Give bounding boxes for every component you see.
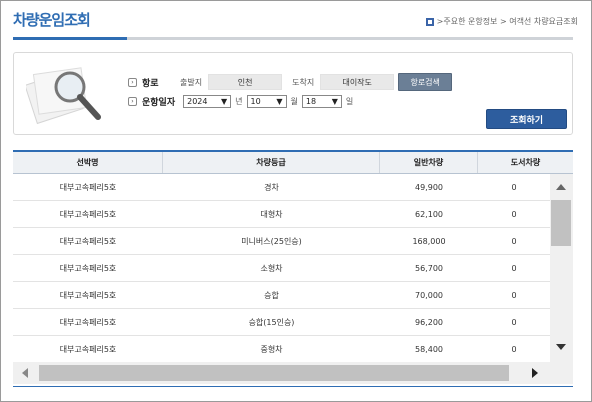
island-fare-cell: 0 [511, 209, 517, 219]
departure-field[interactable]: 인천 [208, 74, 283, 90]
year-select[interactable]: 2024 ▼ [183, 95, 232, 108]
search-submit-button[interactable]: 조회하기 [486, 109, 567, 129]
vessel-cell: 대부고속페리5호 [59, 209, 117, 219]
regular-fare-cell: 58,400 [415, 344, 443, 354]
table-row: 대부고속페리5호 경차 49,900 0 [13, 174, 550, 201]
scroll-right-icon[interactable] [532, 368, 538, 378]
table-row: 대부고속페리5호 소형차 56,700 0 [13, 255, 550, 282]
vertical-scroll-thumb[interactable] [551, 200, 571, 246]
regular-fare-cell: 70,000 [415, 290, 443, 300]
year-unit: 년 [235, 97, 243, 106]
column-header-vehicle-class: 차량등급 [163, 152, 380, 173]
table-row: 대부고속페리5호 중형차 58,400 0 [13, 336, 550, 362]
departure-label: 출발지 [180, 77, 203, 87]
island-fare-cell: 0 [511, 317, 517, 327]
vehicle-class-cell: 승합(15인승) [248, 317, 295, 327]
vehicle-class-cell: 소형차 [260, 263, 283, 273]
arrival-label: 도착지 [292, 77, 315, 87]
table-row: 대부고속페리5호 승합 70,000 0 [13, 282, 550, 309]
route-row: › 항로 출발지 인천 도착지 대이작도 항로검색 [128, 73, 453, 91]
column-header-regular-vehicle: 일반차량 [380, 152, 478, 173]
vessel-cell: 대부고속페리5호 [59, 317, 117, 327]
scroll-down-icon[interactable] [556, 344, 566, 350]
chevron-down-icon: ▼ [331, 97, 338, 106]
breadcrumb-text: >주요한 운항정보 > 여객선 차량요금조회 [436, 17, 578, 26]
home-icon[interactable] [425, 17, 434, 26]
breadcrumb: >주요한 운항정보 > 여객선 차량요금조회 [425, 16, 578, 27]
regular-fare-cell: 56,700 [415, 263, 443, 273]
island-fare-cell: 0 [511, 344, 517, 354]
fare-table: 선박명 차량등급 일반차량 도서차량 대부고속페리5호 경차 49,900 0 … [13, 150, 573, 386]
column-header-island-vehicle: 도서차량 [510, 158, 541, 167]
day-unit: 일 [345, 97, 354, 106]
horizontal-scrollbar[interactable] [13, 362, 573, 384]
chevron-down-icon: ▼ [276, 97, 283, 106]
island-fare-cell: 0 [511, 236, 517, 246]
table-body[interactable]: 대부고속페리5호 경차 49,900 0 대부고속페리5호 대형차 62,100… [13, 174, 550, 362]
vehicle-class-cell: 미니버스(25인승) [241, 236, 302, 246]
search-panel: › 항로 출발지 인천 도착지 대이작도 항로검색 › 운항일자 2024 ▼ 년… [13, 52, 573, 135]
vehicle-class-cell: 중형차 [260, 344, 283, 354]
table-row: 대부고속페리5호 승합(15인승) 96,200 0 [13, 309, 550, 336]
island-fare-cell: 0 [511, 182, 517, 192]
regular-fare-cell: 96,200 [415, 317, 443, 327]
vertical-scrollbar[interactable] [550, 174, 573, 362]
regular-fare-cell: 62,100 [415, 209, 443, 219]
vehicle-class-cell: 경차 [264, 182, 279, 192]
route-search-button[interactable]: 항로검색 [398, 73, 453, 91]
date-label: 운항일자 [142, 98, 176, 108]
month-select[interactable]: 10 ▼ [246, 95, 287, 108]
table-row: 대부고속페리5호 대형차 62,100 0 [13, 201, 550, 228]
page-title: 차량운임조회 [13, 11, 91, 29]
vessel-cell: 대부고속페리5호 [59, 290, 117, 300]
column-header-vessel: 선박명 [13, 152, 163, 173]
scroll-left-icon[interactable] [22, 368, 28, 378]
table-row: 대부고속페리5호 미니버스(25인승) 168,000 0 [13, 228, 550, 255]
vessel-cell: 대부고속페리5호 [59, 344, 117, 354]
day-select[interactable]: 18 ▼ [301, 95, 342, 108]
arrival-field[interactable]: 대이작도 [320, 74, 395, 90]
scroll-up-icon[interactable] [556, 184, 566, 190]
chevron-right-icon: › [128, 97, 137, 106]
vessel-cell: 대부고속페리5호 [59, 263, 117, 273]
vehicle-class-cell: 대형차 [260, 209, 283, 219]
vehicle-class-cell: 승합 [264, 290, 279, 300]
island-fare-cell: 0 [511, 263, 517, 273]
chevron-down-icon: ▼ [220, 97, 228, 106]
table-header: 선박명 차량등급 일반차량 도서차량 [13, 150, 573, 174]
chevron-right-icon: › [128, 77, 137, 87]
vessel-cell: 대부고속페리5호 [59, 236, 117, 246]
horizontal-scroll-thumb[interactable] [39, 365, 509, 381]
title-divider [13, 37, 573, 40]
vessel-cell: 대부고속페리5호 [59, 182, 117, 192]
route-label: 항로 [142, 78, 159, 89]
regular-fare-cell: 49,900 [415, 182, 443, 192]
magnifier-illustration-icon [26, 67, 101, 125]
month-unit: 월 [290, 97, 298, 106]
regular-fare-cell: 168,000 [412, 236, 446, 246]
bottom-divider [13, 386, 573, 387]
island-fare-cell: 0 [511, 290, 517, 300]
date-row: › 운항일자 2024 ▼ 년 10 ▼ 월 18 ▼ 일 [128, 95, 357, 108]
